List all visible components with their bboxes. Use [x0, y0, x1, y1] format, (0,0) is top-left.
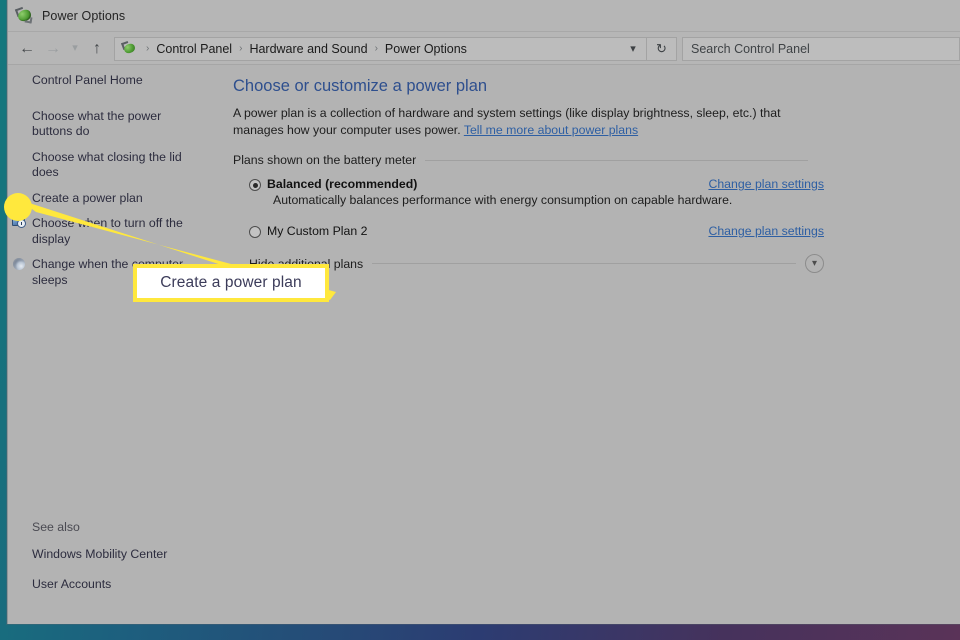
back-arrow-icon[interactable]: ←: [14, 37, 40, 61]
see-also-heading: See also: [32, 520, 80, 534]
plan-name: Balanced (recommended): [267, 177, 418, 191]
address-chevron-down-icon[interactable]: ▾: [622, 42, 644, 55]
recent-locations-chevron-down-icon[interactable]: ▾: [66, 37, 84, 61]
forward-arrow-icon[interactable]: →: [40, 37, 66, 61]
power-options-window: Power Options ← → ▾ ↑ › Control Panel › …: [7, 0, 960, 624]
breadcrumb-separator: ›: [239, 43, 243, 54]
window-title-bar: Power Options: [8, 0, 960, 32]
display-clock-icon: [12, 215, 27, 230]
annotation-callout-text: Create a power plan: [160, 274, 302, 291]
tell-me-more-link[interactable]: Tell me more about power plans: [464, 123, 638, 137]
plans-section-header: Plans shown on the battery meter: [233, 153, 808, 167]
sleep-moon-icon: [12, 256, 27, 271]
radio-balanced[interactable]: [249, 179, 261, 191]
power-plug-leaf-icon: [121, 40, 138, 57]
change-plan-settings-link[interactable]: Change plan settings: [708, 224, 824, 238]
chevron-down-icon[interactable]: ▾: [805, 254, 824, 273]
sidebar-item-power-buttons[interactable]: Choose what the power buttons do: [8, 107, 208, 142]
sidebar-item-turn-off-display[interactable]: Choose when to turn off the display: [8, 214, 208, 249]
see-also-link-windows-mobility-center[interactable]: Windows Mobility Center: [32, 545, 223, 565]
breadcrumb-separator: ›: [374, 43, 378, 54]
navigation-bar: ← → ▾ ↑ › Control Panel › Hardware and S…: [8, 32, 960, 65]
breadcrumb-item-power-options[interactable]: Power Options: [383, 42, 469, 56]
section-divider: [425, 159, 808, 161]
annotation-callout: Create a power plan: [133, 264, 329, 302]
sidebar-item-create-power-plan[interactable]: Create a power plan: [8, 189, 208, 209]
power-plug-leaf-icon: [14, 6, 34, 25]
see-also-link-user-accounts[interactable]: User Accounts: [32, 575, 223, 595]
plans-section-label: Plans shown on the battery meter: [233, 153, 417, 167]
breadcrumb-item-hardware-and-sound[interactable]: Hardware and Sound: [247, 42, 369, 56]
breadcrumb[interactable]: › Control Panel › Hardware and Sound › P…: [114, 36, 647, 61]
search-input[interactable]: Search Control Panel: [682, 36, 960, 61]
radio-my-custom-plan-2[interactable]: [249, 226, 261, 238]
sidebar-item-control-panel-home[interactable]: Control Panel Home: [8, 71, 208, 91]
sidebar-item-label: Choose when to turn off the display: [32, 216, 183, 246]
plan-row[interactable]: Balanced (recommended) Change plan setti…: [249, 177, 824, 191]
page-title: Choose or customize a power plan: [233, 77, 488, 95]
breadcrumb-item-control-panel[interactable]: Control Panel: [154, 42, 234, 56]
main-pane: Choose or customize a power plan A power…: [223, 65, 960, 624]
change-plan-settings-link[interactable]: Change plan settings: [708, 177, 824, 191]
hide-additional-plans-row[interactable]: Hide additional plans ▾: [249, 254, 824, 273]
sidebar-item-closing-lid[interactable]: Choose what closing the lid does: [8, 148, 208, 183]
refresh-icon[interactable]: ↻: [647, 36, 677, 61]
plan-description: Automatically balances performance with …: [273, 193, 733, 207]
breadcrumb-separator: ›: [146, 43, 150, 54]
window-title: Power Options: [42, 9, 126, 23]
up-arrow-icon[interactable]: ↑: [84, 37, 110, 61]
section-divider: [372, 263, 796, 264]
see-also-section: See also Windows Mobility Center User Ac…: [8, 520, 223, 604]
sidebar: Control Panel Home Choose what the power…: [8, 65, 223, 624]
plan-row[interactable]: My Custom Plan 2 Change plan settings: [249, 224, 824, 238]
page-description: A power plan is a collection of hardware…: [233, 105, 811, 138]
content-area: Control Panel Home Choose what the power…: [8, 65, 960, 624]
plan-name: My Custom Plan 2: [267, 224, 368, 238]
